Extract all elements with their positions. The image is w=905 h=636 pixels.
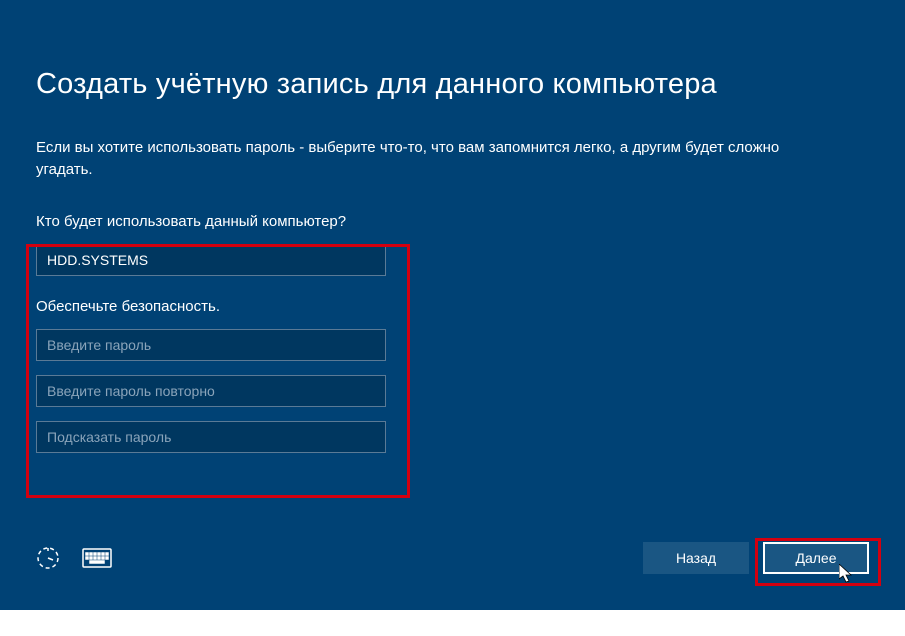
password-confirm-input[interactable] — [36, 375, 386, 407]
who-uses-label: Кто будет использовать данный компьютер? — [36, 213, 869, 230]
footer-buttons: Назад Далее — [643, 542, 869, 574]
on-screen-keyboard-icon[interactable] — [82, 548, 112, 568]
secure-label: Обеспечьте безопасность. — [36, 298, 869, 315]
back-button[interactable]: Назад — [643, 542, 749, 574]
content-area: Создать учётную запись для данного компь… — [0, 0, 905, 453]
ease-of-access-icon[interactable] — [36, 546, 60, 570]
password-fields — [36, 329, 869, 453]
page-description: Если вы хотите использовать пароль - выб… — [36, 137, 796, 181]
password-input[interactable] — [36, 329, 386, 361]
next-button[interactable]: Далее — [763, 542, 869, 574]
oobe-screen: Создать учётную запись для данного компь… — [0, 0, 905, 610]
footer-tools — [36, 546, 112, 570]
footer-bar: Назад Далее — [36, 542, 869, 574]
password-hint-input[interactable] — [36, 421, 386, 453]
username-input[interactable] — [36, 244, 386, 276]
page-title: Создать учётную запись для данного компь… — [36, 68, 869, 101]
